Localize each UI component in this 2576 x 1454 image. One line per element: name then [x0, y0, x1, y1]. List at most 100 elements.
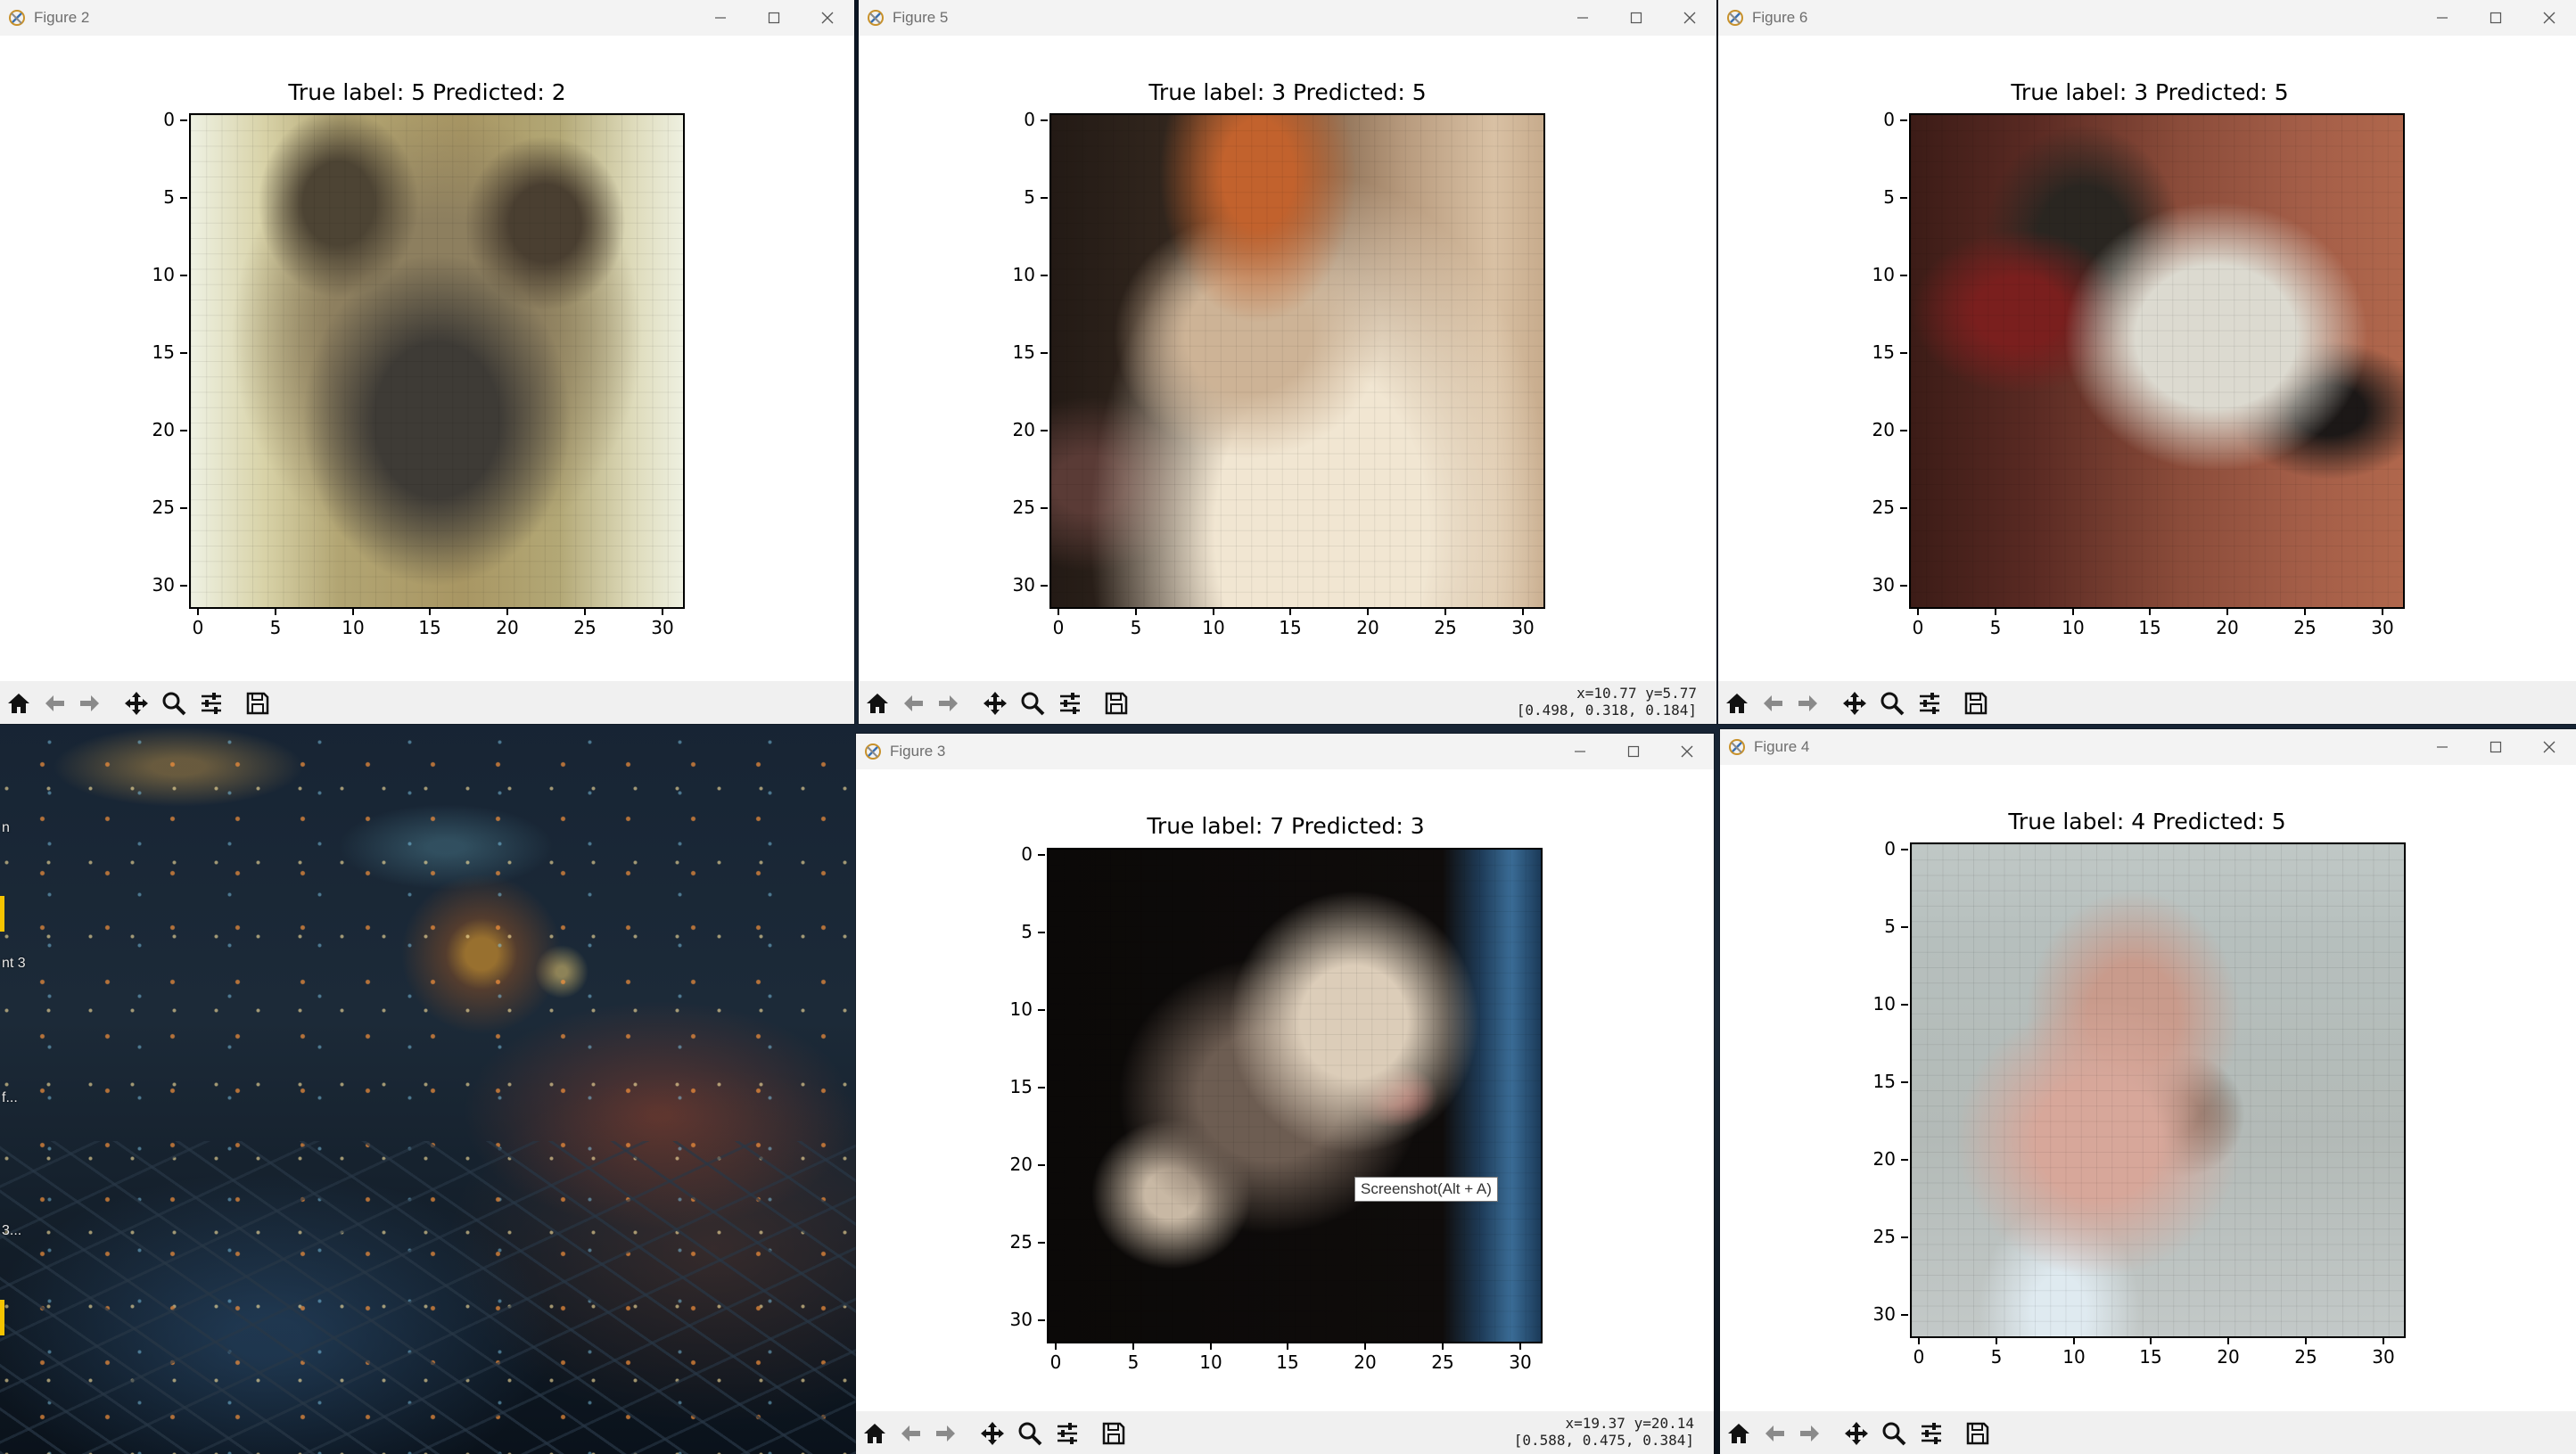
y-tick-label: 30	[1000, 574, 1048, 596]
configure-subplots-icon[interactable]	[1914, 688, 1945, 719]
maximize-icon[interactable]	[1609, 0, 1663, 36]
forward-icon[interactable]	[931, 1418, 961, 1449]
x-tick-label: 10	[1196, 608, 1231, 638]
x-tick-label: 25	[2287, 608, 2323, 638]
title-bar[interactable]: Figure 2	[0, 0, 854, 36]
back-icon[interactable]	[898, 688, 928, 719]
figure-canvas[interactable]: True label: 5 Predicted: 2 0 5 10 15 20 …	[0, 36, 854, 681]
y-tick-label: 25	[1860, 1226, 1908, 1247]
configure-subplots-icon[interactable]	[1916, 1418, 1946, 1449]
zoom-icon[interactable]	[1015, 1418, 1045, 1449]
zoom-icon[interactable]	[1879, 1418, 1909, 1449]
pan-icon[interactable]	[977, 1418, 1008, 1449]
title-bar[interactable]: Figure 4	[1720, 729, 2576, 765]
save-icon[interactable]	[1099, 1418, 1129, 1449]
close-icon[interactable]	[1660, 734, 1714, 769]
minimize-icon[interactable]	[2416, 0, 2469, 36]
home-icon[interactable]	[860, 1418, 890, 1449]
y-tick-label: 5	[1860, 916, 1908, 937]
minimize-icon[interactable]	[1553, 734, 1607, 769]
image-axes[interactable]	[1049, 113, 1545, 609]
image-axes[interactable]	[1047, 848, 1543, 1343]
title-bar[interactable]: Figure 5	[859, 0, 1716, 36]
forward-icon[interactable]	[75, 688, 105, 719]
x-tick-label: 20	[1347, 1343, 1383, 1373]
figure-window[interactable]: Figure 2 True label: 5 Predicted: 2 0 5 …	[0, 0, 854, 724]
maximize-icon[interactable]	[2469, 0, 2523, 36]
back-icon[interactable]	[39, 688, 70, 719]
forward-icon[interactable]	[934, 688, 964, 719]
back-icon[interactable]	[1759, 1418, 1790, 1449]
zoom-icon[interactable]	[1017, 688, 1048, 719]
image-axes[interactable]	[1909, 113, 2405, 609]
x-tick-label: 15	[2132, 608, 2168, 638]
x-tick-label: 20	[1350, 608, 1386, 638]
pixel-grid	[1911, 115, 2403, 607]
save-icon[interactable]	[243, 688, 273, 719]
desktop-label[interactable]: n	[2, 820, 10, 836]
x-tick-label: 5	[1118, 608, 1154, 638]
pixel-grid	[1051, 115, 1543, 607]
maximize-icon[interactable]	[1607, 734, 1660, 769]
configure-subplots-icon[interactable]	[196, 688, 226, 719]
x-tick-label: 5	[1115, 1343, 1151, 1373]
zoom-icon[interactable]	[1877, 688, 1907, 719]
screenshot-tooltip: Screenshot(Alt + A)	[1354, 1177, 1498, 1202]
back-icon[interactable]	[895, 1418, 926, 1449]
save-icon[interactable]	[1963, 1418, 1993, 1449]
minimize-icon[interactable]	[694, 0, 747, 36]
forward-icon[interactable]	[1793, 688, 1823, 719]
image-axes[interactable]	[189, 113, 685, 609]
figure-window[interactable]: Figure 6 True label: 3 Predicted: 5 0 5 …	[1718, 0, 2576, 724]
image-axes[interactable]	[1910, 842, 2406, 1338]
pan-icon[interactable]	[1839, 688, 1870, 719]
home-icon[interactable]	[1722, 688, 1752, 719]
figure-canvas[interactable]: True label: 7 Predicted: 3 0 5 10 15 20 …	[856, 769, 1714, 1411]
x-tick-label: 10	[2056, 1337, 2092, 1368]
window-title: Figure 2	[34, 9, 90, 26]
figure-canvas[interactable]: True label: 4 Predicted: 5 0 5 10 15 20 …	[1720, 765, 2576, 1411]
forward-icon[interactable]	[1795, 1418, 1825, 1449]
save-icon[interactable]	[1961, 688, 1991, 719]
home-icon[interactable]	[1724, 1418, 1754, 1449]
figure-canvas[interactable]: True label: 3 Predicted: 5 0 5 10 15 20 …	[1718, 36, 2576, 681]
y-tick-label: 0	[997, 843, 1045, 865]
maximize-icon[interactable]	[747, 0, 801, 36]
desktop-label[interactable]: f...	[2, 1090, 18, 1106]
back-icon[interactable]	[1757, 688, 1788, 719]
title-bar[interactable]: Figure 3	[856, 734, 1714, 769]
pan-icon[interactable]	[980, 688, 1010, 719]
minimize-icon[interactable]	[1556, 0, 1609, 36]
title-bar[interactable]: Figure 6	[1718, 0, 2576, 36]
plot-title: True label: 3 Predicted: 5	[1148, 79, 1427, 105]
close-icon[interactable]	[2523, 729, 2576, 765]
y-tick-label: 10	[139, 264, 187, 285]
close-icon[interactable]	[2523, 0, 2576, 36]
save-icon[interactable]	[1101, 688, 1132, 719]
zoom-icon[interactable]	[159, 688, 189, 719]
y-tick-label: 25	[1859, 497, 1907, 518]
matplotlib-app-icon	[7, 8, 27, 28]
x-tick-label: 5	[1979, 1337, 2014, 1368]
home-icon[interactable]	[4, 688, 34, 719]
figure-canvas[interactable]: True label: 3 Predicted: 5 0 5 10 15 20 …	[859, 36, 1716, 681]
desktop-label[interactable]: nt 3	[2, 956, 26, 972]
x-tick-label: 25	[1428, 608, 1463, 638]
desktop-marker	[0, 1300, 4, 1335]
configure-subplots-icon[interactable]	[1055, 688, 1085, 719]
y-tick-label: 30	[1859, 574, 1907, 596]
x-tick-label: 10	[335, 608, 371, 638]
close-icon[interactable]	[801, 0, 854, 36]
pixel-grid	[1049, 850, 1541, 1342]
configure-subplots-icon[interactable]	[1052, 1418, 1082, 1449]
minimize-icon[interactable]	[2416, 729, 2469, 765]
figure-window[interactable]: Figure 4 True label: 4 Predicted: 5 0 5 …	[1720, 729, 2576, 1454]
maximize-icon[interactable]	[2469, 729, 2523, 765]
pan-icon[interactable]	[121, 688, 152, 719]
close-icon[interactable]	[1663, 0, 1716, 36]
figure-window[interactable]: Figure 3 True label: 7 Predicted: 3 0 5 …	[856, 734, 1714, 1454]
figure-window[interactable]: Figure 5 True label: 3 Predicted: 5 0 5 …	[859, 0, 1716, 724]
pan-icon[interactable]	[1841, 1418, 1872, 1449]
desktop-label[interactable]: 3...	[2, 1223, 21, 1239]
home-icon[interactable]	[862, 688, 893, 719]
